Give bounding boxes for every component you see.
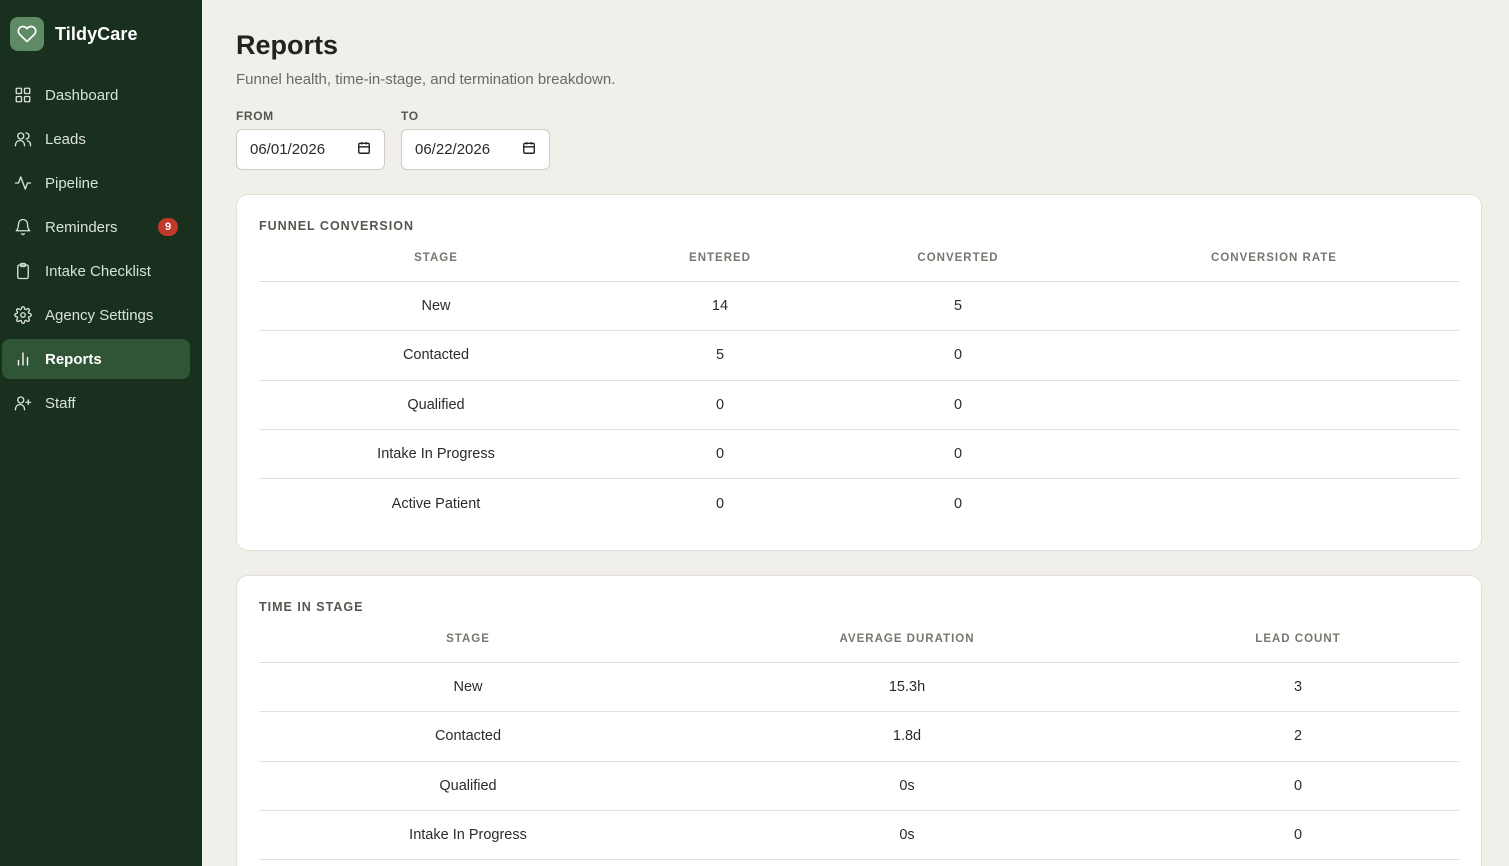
- calendar-icon[interactable]: [357, 141, 371, 159]
- to-date-value: 06/22/2026: [415, 141, 491, 158]
- activity-icon: [14, 174, 32, 192]
- column-header-lead-count: LEAD COUNT: [1255, 633, 1341, 645]
- table-row: Intake In Progress 0s 0: [259, 811, 1459, 861]
- lead-count-cell: 2: [1293, 728, 1303, 745]
- to-date-input[interactable]: 06/22/2026: [401, 129, 550, 170]
- clipboard-icon: [14, 262, 32, 280]
- average-duration-cell: 15.3h: [888, 679, 926, 696]
- grid-icon: [14, 86, 32, 104]
- stage-cell: Intake In Progress: [377, 446, 495, 463]
- sidebar-item-pipeline[interactable]: Pipeline: [2, 163, 190, 203]
- table-header: STAGE ENTERED CONVERTED CONVERSION RATE: [259, 244, 1459, 282]
- sidebar-item-dashboard[interactable]: Dashboard: [2, 75, 190, 115]
- sidebar-item-label: Reminders: [45, 218, 118, 236]
- to-date-field: TO 06/22/2026: [401, 109, 550, 170]
- sidebar: TildyCare Dashboard Leads Pipeline Remin…: [0, 0, 202, 866]
- sidebar-item-label: Reports: [45, 350, 102, 368]
- funnel-conversion-title: FUNNEL CONVERSION: [259, 219, 414, 233]
- stage-cell: Intake In Progress: [409, 827, 527, 844]
- table-row: Qualified 0 0: [259, 381, 1459, 430]
- column-header-average-duration: AVERAGE DURATION: [839, 633, 975, 645]
- converted-cell: 0: [953, 347, 963, 364]
- stage-cell: Active Patient: [391, 495, 481, 512]
- lead-count-cell: 0: [1293, 777, 1303, 794]
- sidebar-item-intake-checklist[interactable]: Intake Checklist: [2, 251, 190, 291]
- table-row: Contacted 1.8d 2: [259, 712, 1459, 762]
- sidebar-item-staff[interactable]: Staff: [2, 383, 190, 423]
- converted-cell: 5: [953, 298, 963, 315]
- table-row: New 15.3h 3: [259, 663, 1459, 713]
- to-date-label: TO: [401, 109, 419, 123]
- sidebar-item-label: Agency Settings: [45, 306, 154, 324]
- sidebar-item-label: Dashboard: [45, 86, 119, 104]
- sidebar-item-label: Staff: [45, 394, 76, 412]
- column-header-converted: CONVERTED: [917, 252, 999, 264]
- average-duration-cell: 0s: [899, 777, 915, 794]
- entered-cell: 0: [715, 495, 725, 512]
- stage-cell: Contacted: [434, 728, 502, 745]
- time-in-stage-table: STAGE AVERAGE DURATION LEAD COUNT New 15…: [259, 625, 1459, 861]
- table-row: Qualified 0s 0: [259, 762, 1459, 811]
- sidebar-item-leads[interactable]: Leads: [2, 119, 190, 159]
- bell-icon: [14, 218, 32, 236]
- stage-cell: New: [453, 679, 483, 696]
- sidebar-nav: Dashboard Leads Pipeline Reminders 9 Int…: [2, 75, 190, 427]
- entered-cell: 0: [715, 446, 725, 463]
- table-header: STAGE AVERAGE DURATION LEAD COUNT: [259, 625, 1459, 663]
- lead-count-cell: 3: [1293, 679, 1303, 696]
- time-in-stage-title: TIME IN STAGE: [259, 600, 364, 614]
- converted-cell: 0: [953, 396, 963, 413]
- column-header-conversion-rate: CONVERSION RATE: [1211, 252, 1337, 264]
- average-duration-cell: 0s: [899, 827, 915, 844]
- from-date-field: FROM 06/01/2026: [236, 109, 385, 170]
- from-date-value: 06/01/2026: [250, 141, 326, 158]
- users-icon: [14, 130, 32, 148]
- sidebar-item-reminders[interactable]: Reminders 9: [2, 207, 190, 247]
- entered-cell: 0: [715, 396, 725, 413]
- table-row: Intake In Progress 0 0: [259, 430, 1459, 480]
- page-subtitle: Funnel health, time-in-stage, and termin…: [236, 71, 616, 88]
- user-plus-icon: [14, 394, 32, 412]
- converted-cell: 0: [953, 446, 963, 463]
- sidebar-item-label: Pipeline: [45, 174, 99, 192]
- calendar-icon[interactable]: [522, 141, 536, 159]
- reminders-count-badge: 9: [158, 218, 178, 236]
- gear-icon: [14, 306, 32, 324]
- time-in-stage-card: TIME IN STAGE STAGE AVERAGE DURATION LEA…: [236, 575, 1482, 866]
- average-duration-cell: 1.8d: [892, 728, 922, 745]
- converted-cell: 0: [953, 495, 963, 512]
- from-date-label: FROM: [236, 109, 274, 123]
- stage-cell: Qualified: [407, 396, 465, 413]
- sidebar-item-label: Intake Checklist: [45, 262, 151, 280]
- funnel-conversion-table: STAGE ENTERED CONVERTED CONVERSION RATE …: [259, 244, 1459, 528]
- from-date-input[interactable]: 06/01/2026: [236, 129, 385, 170]
- table-row: New 14 5: [259, 282, 1459, 332]
- entered-cell: 5: [715, 347, 725, 364]
- sidebar-item-label: Leads: [45, 130, 86, 148]
- stage-cell: Qualified: [439, 777, 497, 794]
- lead-count-cell: 0: [1293, 827, 1303, 844]
- page-title: Reports: [236, 30, 339, 60]
- brand[interactable]: TildyCare: [10, 17, 138, 51]
- stage-cell: Contacted: [402, 347, 470, 364]
- bar-chart-icon: [14, 350, 32, 368]
- sidebar-item-reports[interactable]: Reports: [2, 339, 190, 379]
- stage-cell: New: [421, 298, 451, 315]
- sidebar-item-agency-settings[interactable]: Agency Settings: [2, 295, 190, 335]
- funnel-conversion-card: FUNNEL CONVERSION STAGE ENTERED CONVERTE…: [236, 194, 1482, 551]
- entered-cell: 14: [711, 298, 729, 315]
- table-row: Active Patient 0 0: [259, 479, 1459, 528]
- heart-logo-icon: [10, 17, 44, 51]
- brand-name: TildyCare: [55, 23, 138, 44]
- column-header-entered: ENTERED: [689, 252, 751, 264]
- table-row: Contacted 5 0: [259, 331, 1459, 381]
- column-header-stage: STAGE: [446, 633, 490, 645]
- column-header-stage: STAGE: [414, 252, 458, 264]
